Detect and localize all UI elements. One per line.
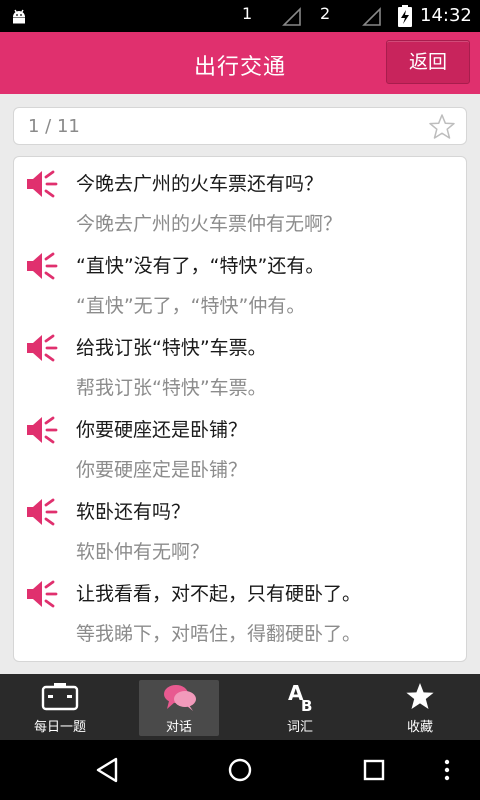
progress-card: 1 / 11 (13, 107, 467, 145)
page-counter: 1 / 11 (28, 116, 80, 137)
signal-icon-sim1 (282, 7, 301, 26)
speaker-icon[interactable] (26, 497, 60, 527)
speaker-icon[interactable] (26, 333, 60, 363)
svg-text:B: B (301, 697, 312, 712)
tab-favorites[interactable]: 收藏 (380, 680, 460, 736)
cantonese-text: 软卧仲有无啊？ (76, 541, 210, 563)
cantonese-text: 等我睇下，对唔住，得翻硬卧了。 (76, 623, 362, 645)
tab-dialogue[interactable]: 对话 (139, 680, 219, 736)
sim1-label: 1 (242, 4, 253, 23)
status-bar: 1 2 14:32 (0, 0, 480, 32)
cantonese-text: 你要硬座定是卧铺？ (76, 459, 248, 481)
speaker-icon[interactable] (26, 579, 60, 609)
speaker-icon[interactable] (26, 415, 60, 445)
tab-label: 词汇 (286, 720, 313, 735)
app-header: 出行交通 返回 (0, 32, 480, 94)
mandarin-text: 今晚去广州的火车票还有吗？ (76, 173, 324, 195)
mandarin-text: 给我订张“特快”车票。 (76, 337, 267, 359)
favorite-star-icon[interactable] (428, 113, 456, 141)
tab-daily-question[interactable]: 每日一题 (20, 680, 100, 736)
speaker-icon[interactable] (26, 251, 60, 281)
phrase-item: 你要硬座还是卧铺？ 你要硬座定是卧铺？ (14, 407, 466, 487)
sim2-label: 2 (320, 4, 331, 23)
recents-nav-icon[interactable] (360, 756, 388, 784)
phrase-item: 让我看看，对不起，只有硬卧了。 等我睇下，对唔住，得翻硬卧了。 (14, 571, 466, 651)
cantonese-text: 帮我订张“特快”车票。 (76, 377, 267, 399)
cantonese-text: 今晚去广州的火车票仲有无啊？ (76, 213, 343, 235)
tab-label: 收藏 (406, 720, 433, 735)
tab-vocabulary[interactable]: A B 词汇 (260, 680, 340, 736)
phrase-item: 软卧还有吗？ 软卧仲有无啊？ (14, 489, 466, 569)
mandarin-text: “直快”没有了，“特快”还有。 (76, 255, 325, 277)
phrase-item: 给我订张“特快”车票。 帮我订张“特快”车票。 (14, 325, 466, 405)
vocabulary-icon: A B (288, 682, 312, 712)
mandarin-text: 你要硬座还是卧铺？ (76, 419, 248, 441)
mandarin-text: 让我看看，对不起，只有硬卧了。 (76, 583, 362, 605)
clock: 14:32 (420, 5, 472, 26)
signal-icon-sim2 (362, 7, 381, 26)
tab-label: 对话 (165, 720, 192, 735)
daily-question-icon (41, 683, 79, 711)
dialogue-icon (164, 685, 196, 711)
phrase-item: “直快”没有了，“特快”还有。 “直快”无了，“特快”仲有。 (14, 243, 466, 323)
back-nav-icon[interactable] (94, 756, 122, 784)
speaker-icon[interactable] (26, 169, 60, 199)
bottom-tab-bar: 每日一题 对话 A B 词汇 收藏 (0, 674, 480, 740)
system-nav-bar (0, 740, 480, 800)
home-nav-icon[interactable] (226, 756, 254, 784)
tab-label: 每日一题 (33, 720, 86, 735)
back-button[interactable]: 返回 (386, 40, 470, 84)
overflow-menu-icon[interactable] (440, 756, 454, 784)
phrase-list: 今晚去广州的火车票还有吗？ 今晚去广州的火车票仲有无啊？ “直快”没有了，“特快… (13, 156, 467, 662)
phrase-item: 今晚去广州的火车票还有吗？ 今晚去广州的火车票仲有无啊？ (14, 161, 466, 241)
cantonese-text: “直快”无了，“特快”仲有。 (76, 295, 306, 317)
mandarin-text: 软卧还有吗？ (76, 501, 191, 523)
star-icon (406, 683, 434, 709)
android-debug-icon (13, 9, 25, 24)
battery-charging-icon (398, 5, 412, 27)
